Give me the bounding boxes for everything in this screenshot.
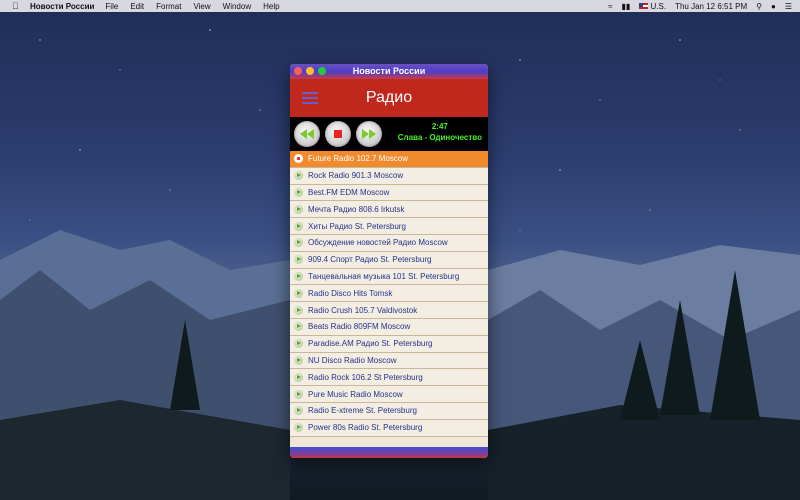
play-icon <box>294 305 303 315</box>
rewind-button[interactable] <box>294 121 320 147</box>
play-icon <box>294 255 303 265</box>
menu-view[interactable]: View <box>193 2 210 11</box>
station-label: Radio Rock 106.2 St Petersburg <box>308 372 423 382</box>
station-label: Paradise.AM Радио St. Petersburg <box>308 339 433 349</box>
station-label: Pure Music Radio Moscow <box>308 389 403 399</box>
zoom-button[interactable] <box>318 67 326 75</box>
station-row[interactable]: Power 80s Radio St. Petersburg <box>290 419 488 437</box>
clock[interactable]: Thu Jan 12 6:51 PM <box>675 2 747 11</box>
station-label: Radio E-xtreme St. Petersburg <box>308 406 417 416</box>
input-source-label: U.S. <box>650 1 667 11</box>
hamburger-menu-icon[interactable] <box>302 92 318 107</box>
window-title: Новости России <box>352 66 426 76</box>
header-title: Радио <box>365 89 413 106</box>
play-icon <box>294 271 303 281</box>
close-button[interactable] <box>294 67 302 75</box>
play-icon <box>294 171 303 181</box>
notification-center-icon[interactable]: ☰ <box>785 2 792 11</box>
station-list[interactable]: Future Radio 102.7 Moscow Rock Radio 901… <box>290 151 488 447</box>
play-icon <box>294 355 303 365</box>
now-playing: 2:47 Слава - Одиночество <box>398 121 482 143</box>
station-row[interactable]: Мечта Радио 808.6 Irkutsk <box>290 201 488 219</box>
stop-icon <box>294 154 303 164</box>
minimize-button[interactable] <box>306 67 314 75</box>
station-row[interactable]: Radio E-xtreme St. Petersburg <box>290 402 488 420</box>
play-icon <box>294 389 303 399</box>
station-row[interactable]: Radio Disco Hits Tomsk <box>290 285 488 303</box>
window-titlebar[interactable]: Новости России <box>290 64 488 79</box>
siri-icon[interactable]: ● <box>771 2 776 11</box>
station-label: Хиты Радио St. Petersburg <box>308 221 406 231</box>
station-label: Танцевальная музыка 101 St. Petersburg <box>308 271 460 281</box>
input-source-menu[interactable]: U.S. <box>639 2 666 11</box>
play-icon <box>294 372 303 382</box>
play-icon <box>294 322 303 332</box>
station-label: Radio Crush 105.7 Valdivostok <box>308 305 418 315</box>
menu-format[interactable]: Format <box>156 2 181 11</box>
track-title: Слава - Одиночество <box>397 133 482 142</box>
app-window: Новости России Радио 2:47 Слава - Одиноч… <box>290 64 488 458</box>
spotlight-icon[interactable]: ⚲ <box>756 2 762 11</box>
stop-icon <box>334 130 342 138</box>
wifi-icon[interactable]: ≈ <box>608 2 612 11</box>
station-row[interactable]: 909.4 Спорт Радио St. Petersburg <box>290 251 488 269</box>
station-label: Обсуждение новостей Радио Moscow <box>308 238 448 248</box>
window-footer <box>290 447 488 458</box>
station-label: 909.4 Спорт Радио St. Petersburg <box>308 255 432 265</box>
play-icon <box>294 187 303 197</box>
stop-button[interactable] <box>325 121 351 147</box>
app-header: Радио <box>290 79 488 117</box>
station-row[interactable]: Хиты Радио St. Petersburg <box>290 218 488 235</box>
station-row[interactable]: Best.FM EDM Moscow <box>290 184 488 202</box>
menu-edit[interactable]: Edit <box>130 2 144 11</box>
station-row[interactable]: Beats Radio 809FM Moscow <box>290 318 488 336</box>
play-icon <box>294 288 303 298</box>
station-label: Beats Radio 809FM Moscow <box>308 322 411 332</box>
station-row[interactable]: Обсуждение новостей Радио Moscow <box>290 234 488 252</box>
fast-forward-button[interactable] <box>356 121 382 147</box>
play-icon <box>294 406 303 416</box>
menu-window[interactable]: Window <box>223 2 251 11</box>
station-row[interactable]: Pure Music Radio Moscow <box>290 386 488 403</box>
menu-help[interactable]: Help <box>263 2 279 11</box>
menu-app-name[interactable]: Новости России <box>30 2 94 11</box>
play-icon <box>294 339 303 349</box>
play-icon <box>294 221 303 231</box>
station-label: Rock Radio 901.3 Moscow <box>308 171 404 181</box>
player-bar: 2:47 Слава - Одиночество <box>290 117 488 151</box>
station-row[interactable]: Radio Rock 106.2 St Petersburg <box>290 369 488 387</box>
battery-icon[interactable]: ▮▮ <box>621 2 630 11</box>
station-row[interactable]: NU Disco Radio Moscow <box>290 352 488 370</box>
play-icon <box>294 238 303 248</box>
menu-file[interactable]: File <box>105 2 118 11</box>
play-icon <box>294 204 303 214</box>
station-label: Мечта Радио 808.6 Irkutsk <box>308 204 405 214</box>
station-label: Radio Disco Hits Tomsk <box>308 288 393 298</box>
playback-time: 2:47 <box>431 122 448 131</box>
station-row[interactable]: Танцевальная музыка 101 St. Petersburg <box>290 268 488 286</box>
station-label: NU Disco Radio Moscow <box>308 355 397 365</box>
rewind-icon <box>300 129 314 139</box>
station-label: Future Radio 102.7 Moscow <box>308 154 409 164</box>
station-label: Power 80s Radio St. Petersburg <box>308 423 423 433</box>
station-row[interactable]: Rock Radio 901.3 Moscow <box>290 167 488 185</box>
us-flag-icon <box>639 3 649 10</box>
menu-bar:  Новости России File Edit Format View W… <box>0 0 800 12</box>
station-row[interactable]: Paradise.AM Радио St. Petersburg <box>290 335 488 353</box>
play-icon <box>294 423 303 433</box>
station-label: Best.FM EDM Moscow <box>308 187 390 197</box>
station-row[interactable]: Radio Crush 105.7 Valdivostok <box>290 302 488 319</box>
station-row[interactable]: Future Radio 102.7 Moscow <box>290 151 488 168</box>
apple-icon[interactable]:  <box>12 1 22 11</box>
fast-forward-icon <box>362 129 376 139</box>
